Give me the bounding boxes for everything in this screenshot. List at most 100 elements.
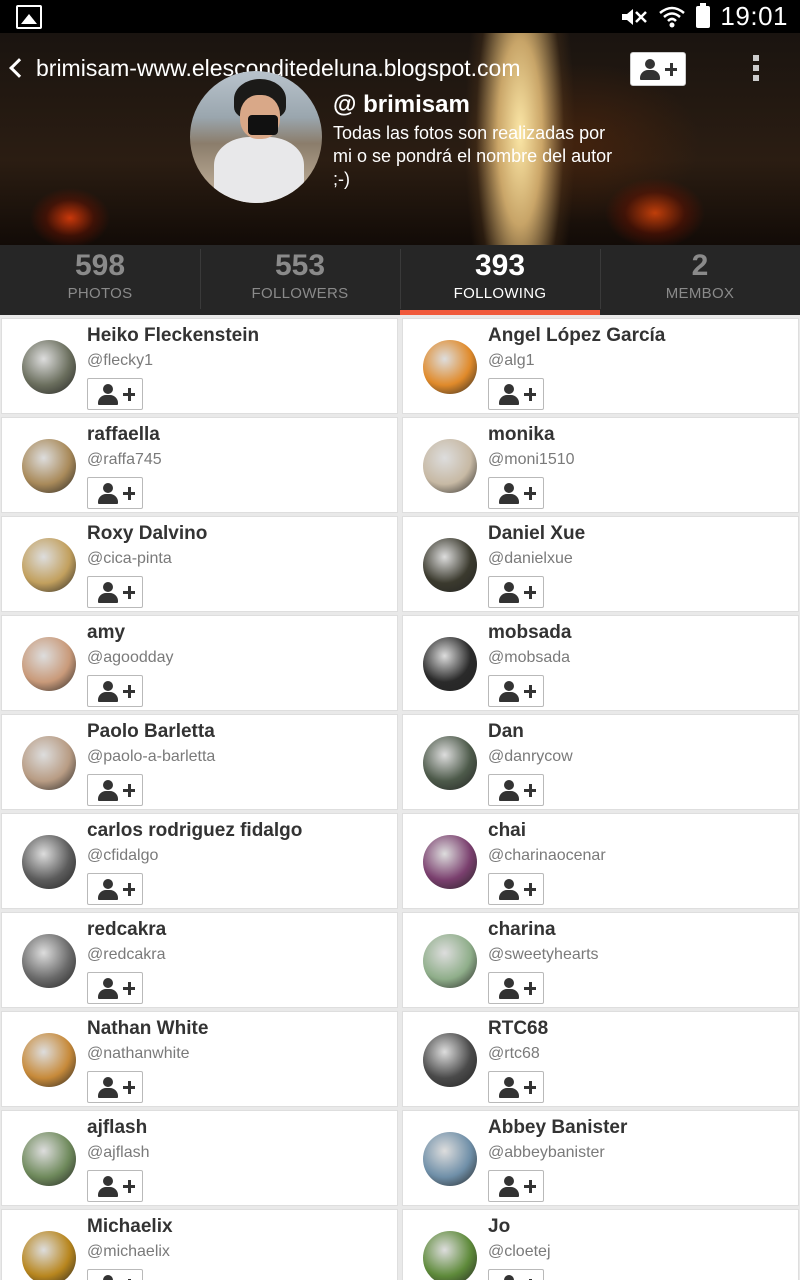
mute-icon: [622, 8, 648, 25]
follow-button[interactable]: [87, 675, 143, 707]
user-avatar[interactable]: [423, 1231, 477, 1280]
user-name[interactable]: Jo: [488, 1216, 510, 1238]
follow-button[interactable]: [488, 477, 544, 509]
user-handle: @paolo-a-barletta: [87, 748, 216, 765]
user-name[interactable]: charina: [488, 919, 556, 941]
follow-button[interactable]: [87, 477, 143, 509]
user-avatar[interactable]: [423, 637, 477, 691]
tab-photos[interactable]: 598 PHOTOS: [0, 245, 200, 315]
user-card[interactable]: monika @moni1510: [402, 417, 799, 513]
user-handle: @redcakra: [87, 946, 166, 963]
user-card[interactable]: Nathan White @nathanwhite: [1, 1011, 398, 1107]
user-avatar[interactable]: [423, 835, 477, 889]
user-name[interactable]: Michaelix: [87, 1216, 173, 1238]
user-card[interactable]: raffaella @raffa745: [1, 417, 398, 513]
profile-username: @ brimisam: [333, 91, 470, 118]
user-name[interactable]: Daniel Xue: [488, 523, 585, 545]
user-name[interactable]: chai: [488, 820, 526, 842]
user-card[interactable]: chai @charinaocenar: [402, 813, 799, 909]
user-card[interactable]: Angel López García @alg1: [402, 318, 799, 414]
user-card[interactable]: RTC68 @rtc68: [402, 1011, 799, 1107]
user-name[interactable]: monika: [488, 424, 555, 446]
user-name[interactable]: ajflash: [87, 1117, 147, 1139]
user-card[interactable]: Paolo Barletta @paolo-a-barletta: [1, 714, 398, 810]
profile-bio: Todas las fotos son realizadas por mi o …: [333, 123, 613, 189]
user-name[interactable]: Nathan White: [87, 1018, 208, 1040]
overflow-menu-icon[interactable]: [753, 55, 761, 85]
user-card[interactable]: carlos rodriguez fidalgo @cfidalgo: [1, 813, 398, 909]
user-card[interactable]: Dan @danrycow: [402, 714, 799, 810]
user-avatar[interactable]: [423, 934, 477, 988]
profile-tabs: 598 PHOTOS 553 FOLLOWERS 393 FOLLOWING 2…: [0, 245, 800, 315]
user-name[interactable]: Heiko Fleckenstein: [87, 325, 259, 347]
user-avatar[interactable]: [22, 340, 76, 394]
follow-button[interactable]: [488, 1170, 544, 1202]
follow-button[interactable]: [87, 873, 143, 905]
follow-button[interactable]: [87, 1071, 143, 1103]
user-avatar[interactable]: [423, 736, 477, 790]
user-card[interactable]: mobsada @mobsada: [402, 615, 799, 711]
user-name[interactable]: Dan: [488, 721, 524, 743]
user-avatar[interactable]: [423, 1033, 477, 1087]
user-card[interactable]: redcakra @redcakra: [1, 912, 398, 1008]
user-avatar[interactable]: [423, 538, 477, 592]
follow-button[interactable]: [87, 774, 143, 806]
user-card[interactable]: ajflash @ajflash: [1, 1110, 398, 1206]
user-avatar[interactable]: [22, 1132, 76, 1186]
follow-button[interactable]: [87, 972, 143, 1004]
user-avatar[interactable]: [22, 439, 76, 493]
user-avatar[interactable]: [423, 340, 477, 394]
follow-button[interactable]: [488, 576, 544, 608]
user-name[interactable]: Abbey Banister: [488, 1117, 627, 1139]
user-name[interactable]: mobsada: [488, 622, 571, 644]
follow-button[interactable]: [488, 1071, 544, 1103]
follow-button[interactable]: [488, 972, 544, 1004]
user-name[interactable]: Paolo Barletta: [87, 721, 215, 743]
user-avatar[interactable]: [423, 1132, 477, 1186]
user-name[interactable]: amy: [87, 622, 125, 644]
user-name[interactable]: carlos rodriguez fidalgo: [87, 820, 302, 842]
user-card[interactable]: charina @sweetyhearts: [402, 912, 799, 1008]
follow-button[interactable]: [87, 1170, 143, 1202]
tab-followers[interactable]: 553 FOLLOWERS: [200, 245, 400, 315]
user-name[interactable]: raffaella: [87, 424, 160, 446]
user-avatar[interactable]: [22, 1033, 76, 1087]
tab-count: 393: [474, 249, 526, 282]
follow-button[interactable]: [488, 378, 544, 410]
tab-membox[interactable]: 2 MEMBOX: [600, 245, 800, 315]
user-name[interactable]: Angel López García: [488, 325, 665, 347]
user-card[interactable]: Heiko Fleckenstein @flecky1: [1, 318, 398, 414]
follow-button[interactable]: [488, 873, 544, 905]
add-user-icon: [98, 483, 135, 505]
follow-user-button[interactable]: [630, 52, 686, 86]
follow-button[interactable]: [488, 675, 544, 707]
user-avatar[interactable]: [22, 934, 76, 988]
follow-button[interactable]: [87, 576, 143, 608]
user-card[interactable]: Roxy Dalvino @cica-pinta: [1, 516, 398, 612]
user-card[interactable]: Daniel Xue @danielxue: [402, 516, 799, 612]
user-avatar[interactable]: [423, 439, 477, 493]
follow-button[interactable]: [87, 378, 143, 410]
user-name[interactable]: redcakra: [87, 919, 166, 941]
user-avatar[interactable]: [22, 736, 76, 790]
user-handle: @agoodday: [87, 649, 174, 666]
clock: 19:01: [720, 1, 788, 31]
user-card[interactable]: Michaelix @michaelix: [1, 1209, 398, 1280]
user-handle: @mobsada: [488, 649, 571, 666]
tab-following[interactable]: 393 FOLLOWING: [400, 245, 600, 315]
add-user-icon: [499, 681, 536, 703]
follow-button[interactable]: [488, 774, 544, 806]
user-card[interactable]: Jo @cloetej: [402, 1209, 799, 1280]
user-avatar[interactable]: [22, 1231, 76, 1280]
user-card[interactable]: Abbey Banister @abbeybanister: [402, 1110, 799, 1206]
follow-button[interactable]: [87, 1269, 143, 1280]
user-name[interactable]: Roxy Dalvino: [87, 523, 207, 545]
back-arrow-icon[interactable]: [9, 58, 29, 78]
user-avatar[interactable]: [22, 835, 76, 889]
user-name[interactable]: RTC68: [488, 1018, 548, 1040]
user-card[interactable]: amy @agoodday: [1, 615, 398, 711]
user-avatar[interactable]: [22, 538, 76, 592]
user-avatar[interactable]: [22, 637, 76, 691]
follow-button[interactable]: [488, 1269, 544, 1280]
add-user-icon: [98, 879, 135, 901]
